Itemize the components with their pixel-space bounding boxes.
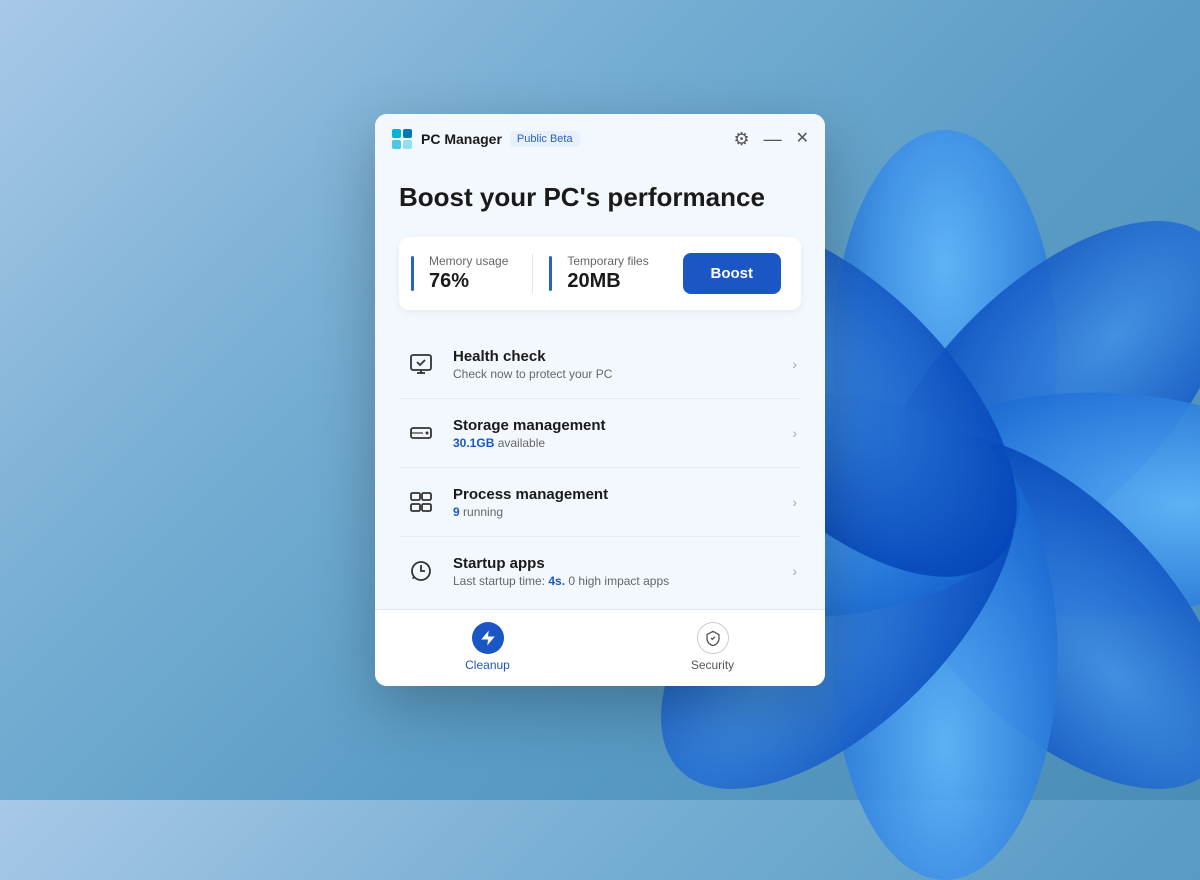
security-nav-icon: [697, 622, 729, 654]
storage-management-chevron: ›: [792, 425, 797, 441]
menu-list: Health check Check now to protect your P…: [399, 330, 801, 605]
storage-management-text: Storage management 30.1GB available: [453, 417, 784, 450]
temp-stat: Temporary files 20MB: [557, 254, 648, 293]
health-check-title: Health check: [453, 348, 784, 365]
beta-badge: Public Beta: [510, 131, 580, 147]
storage-suffix: available: [494, 436, 545, 450]
main-content: Boost your PC's performance Memory usage…: [375, 162, 825, 605]
cleanup-nav-label: Cleanup: [465, 658, 510, 672]
health-check-text: Health check Check now to protect your P…: [453, 348, 784, 381]
boost-button[interactable]: Boost: [683, 253, 782, 294]
temp-label: Temporary files: [567, 254, 648, 268]
memory-value: 76%: [429, 270, 508, 293]
nav-cleanup[interactable]: Cleanup: [375, 610, 600, 686]
startup-time-highlight: 4s.: [548, 574, 565, 588]
startup-apps-text: Startup apps Last startup time: 4s. 0 hi…: [453, 555, 784, 588]
security-nav-label: Security: [691, 658, 734, 672]
storage-management-title: Storage management: [453, 417, 784, 434]
settings-icon[interactable]: ⚙: [733, 130, 749, 148]
startup-apps-icon: [403, 553, 439, 589]
storage-highlight: 30.1GB: [453, 436, 494, 450]
process-management-title: Process management: [453, 486, 784, 503]
startup-prefix: Last startup time:: [453, 574, 548, 588]
process-suffix: running: [460, 505, 503, 519]
storage-management-subtitle: 30.1GB available: [453, 436, 784, 450]
process-management-subtitle: 9 running: [453, 505, 784, 519]
process-management-item[interactable]: Process management 9 running ›: [399, 468, 801, 537]
close-icon[interactable]: ✕: [796, 131, 809, 147]
titlebar: PC Manager Public Beta ⚙ — ✕: [375, 114, 825, 162]
minimize-icon[interactable]: —: [764, 130, 782, 148]
bottom-nav: Cleanup Security: [375, 609, 825, 686]
nav-security[interactable]: Security: [600, 610, 825, 686]
health-check-subtitle: Check now to protect your PC: [453, 367, 784, 381]
startup-apps-title: Startup apps: [453, 555, 784, 572]
storage-management-item[interactable]: Storage management 30.1GB available ›: [399, 399, 801, 468]
memory-stat: Memory usage 76%: [419, 254, 533, 293]
startup-apps-chevron: ›: [792, 563, 797, 579]
process-management-chevron: ›: [792, 494, 797, 510]
memory-label: Memory usage: [429, 254, 508, 268]
temp-value: 20MB: [567, 270, 648, 293]
cleanup-nav-icon: [472, 622, 504, 654]
page-title: Boost your PC's performance: [399, 182, 801, 213]
health-check-item[interactable]: Health check Check now to protect your P…: [399, 330, 801, 399]
app-logo: [391, 128, 413, 150]
startup-apps-item[interactable]: Startup apps Last startup time: 4s. 0 hi…: [399, 537, 801, 605]
health-check-chevron: ›: [792, 356, 797, 372]
startup-suffix: 0 high impact apps: [565, 574, 669, 588]
startup-apps-subtitle: Last startup time: 4s. 0 high impact app…: [453, 574, 784, 588]
app-window: PC Manager Public Beta ⚙ — ✕ Boost your …: [375, 114, 825, 686]
process-management-icon: [403, 484, 439, 520]
app-title: PC Manager: [421, 131, 502, 147]
storage-management-icon: [403, 415, 439, 451]
stats-row: Memory usage 76% Temporary files 20MB Bo…: [399, 237, 801, 310]
window-controls: ⚙ — ✕: [733, 130, 809, 148]
process-management-text: Process management 9 running: [453, 486, 784, 519]
health-check-icon: [403, 346, 439, 382]
process-highlight: 9: [453, 505, 460, 519]
